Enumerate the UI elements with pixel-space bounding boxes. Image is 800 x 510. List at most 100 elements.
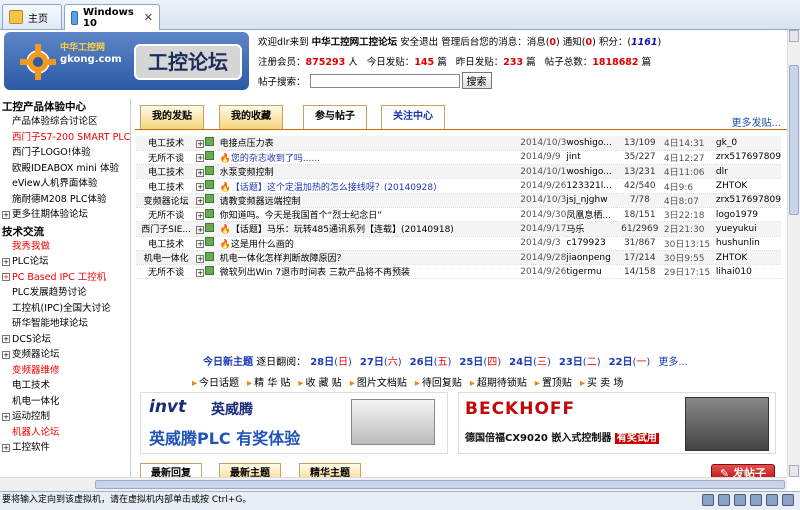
sound-icon[interactable] xyxy=(750,494,762,506)
display-icon[interactable] xyxy=(766,494,778,506)
post-author[interactable]: jiaonpeng xyxy=(566,250,616,266)
quick-filter-link[interactable]: 今日话题 xyxy=(192,378,239,389)
quick-filter-link[interactable]: 图片文档贴 xyxy=(350,378,407,389)
expand-icon[interactable]: + xyxy=(196,139,205,148)
sidebar-item[interactable]: 我秀我做 xyxy=(0,239,130,255)
expand-icon[interactable]: + xyxy=(196,225,205,234)
post-title-link[interactable]: 这是用什么画的 xyxy=(231,240,294,250)
sidebar-item[interactable]: 研华智能地球论坛 xyxy=(0,316,130,332)
sidebar-item[interactable]: 施耐德M208 PLC体验 xyxy=(0,192,130,208)
quick-filter-link[interactable]: 待回复贴 xyxy=(415,378,462,389)
day-link[interactable]: 26日(五) xyxy=(410,357,452,368)
post-category[interactable]: 变频器论坛 xyxy=(136,193,197,208)
post-last-user[interactable]: logo1979 xyxy=(715,207,781,223)
post-author[interactable]: jint xyxy=(566,150,616,166)
notice-link[interactable]: ) 通知( xyxy=(556,37,585,48)
day-link[interactable]: 28日(日) xyxy=(310,357,352,368)
post-category[interactable]: 无所不谈 xyxy=(136,264,197,280)
post-category[interactable]: 电工技术 xyxy=(136,164,197,180)
tab-participated[interactable]: 参与帖子 xyxy=(303,105,367,129)
post-author[interactable]: tigermu xyxy=(566,264,616,280)
sidebar-item[interactable]: + 运动控制 xyxy=(0,409,130,425)
quick-filter-link[interactable]: 超期待锁贴 xyxy=(470,378,527,389)
vertical-scrollbar[interactable] xyxy=(787,30,800,477)
vertical-scroll-thumb[interactable] xyxy=(789,65,799,215)
search-input[interactable] xyxy=(309,73,460,88)
expand-icon[interactable]: + xyxy=(196,211,205,220)
expand-icon[interactable]: + xyxy=(2,273,10,281)
table-row[interactable]: 电工技术 + 电接点压力表 2014/10/3 woshigo... 13/109 4日14… xyxy=(136,136,781,151)
post-category[interactable]: 无所不谈 xyxy=(136,150,197,166)
sidebar-item[interactable]: 西门子S7-200 SMART PLC体验 xyxy=(0,130,130,146)
sidebar-item[interactable]: 工控机(IPC)全国大讨论 xyxy=(0,301,130,317)
post-last-user[interactable]: ZHTOK xyxy=(715,250,781,266)
sidebar-item[interactable]: 产品体验综合讨论区 xyxy=(0,114,130,130)
post-last-user[interactable]: ZHTOK xyxy=(715,178,781,194)
logout-link[interactable]: 安全退出 xyxy=(400,37,438,48)
table-row[interactable]: 电工技术 + 🔥这是用什么画的 2014/9/3 c179923 31/867 30日13:… xyxy=(136,236,781,251)
sidebar-item[interactable]: 机器人论坛 xyxy=(0,425,130,441)
quick-filter-link[interactable]: 置顶贴 xyxy=(535,378,572,389)
table-row[interactable]: 西门子SIE... + 🔥【话题】马乐：玩转485通讯系列【连载】(20140918… xyxy=(136,221,781,237)
expand-icon[interactable]: + xyxy=(196,168,205,177)
tab-latest-replies[interactable]: 最新回复 xyxy=(140,463,202,477)
horizontal-scrollbar[interactable] xyxy=(0,477,787,491)
day-link[interactable]: 22日(一) xyxy=(609,357,651,368)
table-row[interactable]: 机电一体化 + 机电一体化怎样判断故障原因？ 2014/9/28 jiaonpeng 17… xyxy=(136,250,781,266)
sidebar-item[interactable]: 变频器维修 xyxy=(0,363,130,379)
post-last-user[interactable]: hushunlin xyxy=(715,236,781,251)
expand-icon[interactable]: + xyxy=(196,268,205,277)
scroll-down-arrow[interactable] xyxy=(789,465,799,477)
beckhoff-ad-banner[interactable]: BECKHOFF 德国倍福CX9020 嵌入式控制器 有奖试用 xyxy=(458,392,776,454)
post-title-link[interactable]: 水泵变频控制 xyxy=(220,168,274,178)
post-author[interactable]: woshigo... xyxy=(566,136,616,151)
tab-my-posts[interactable]: 我的发贴 xyxy=(140,105,204,129)
sidebar-item[interactable]: 电工技术 xyxy=(0,378,130,394)
sidebar-item[interactable]: eView人机界面体验 xyxy=(0,176,130,192)
vm-viewport[interactable]: 中华工控网 gkong.com 工控论坛 欢迎dlr来到 中华工控网工控论坛 安… xyxy=(0,30,800,491)
post-title-link[interactable]: 请教变频器远端控制 xyxy=(220,197,301,207)
post-title-link[interactable]: 【话题】马乐：玩转485通讯系列【连载】(20140918) xyxy=(231,225,454,235)
post-category[interactable]: 电工技术 xyxy=(136,136,197,151)
site-logo[interactable]: 中华工控网 gkong.com 工控论坛 xyxy=(4,32,249,90)
sidebar-item[interactable]: + 变频器论坛 xyxy=(0,347,130,363)
sidebar-item[interactable]: PLC发展趋势讨论 xyxy=(0,285,130,301)
sidebar-item[interactable]: 欧殿IDEABOX mini 体验 xyxy=(0,161,130,177)
quick-filter-link[interactable]: 精 华 贴 xyxy=(247,378,290,389)
day-link[interactable]: 25日(四) xyxy=(459,357,501,368)
tab-follow-center[interactable]: 关注中心 xyxy=(381,105,445,129)
expand-icon[interactable]: + xyxy=(2,257,10,266)
post-category[interactable]: 机电一体化 xyxy=(136,250,197,266)
expand-icon[interactable]: + xyxy=(196,197,205,206)
usb-icon[interactable] xyxy=(734,494,746,506)
post-author[interactable]: jsj_njghw xyxy=(566,193,616,208)
sidebar-item[interactable]: + PLC论坛 xyxy=(0,254,130,270)
tab-essence-topics[interactable]: 精华主题 xyxy=(299,463,361,477)
post-title-link[interactable]: 机电一体化怎样判断故障原因？ xyxy=(220,254,346,264)
site-name-link[interactable]: 中华工控网工控论坛 xyxy=(312,37,398,48)
post-last-user[interactable]: lihai010 xyxy=(715,264,781,280)
expand-icon[interactable]: + xyxy=(196,240,205,249)
post-category[interactable]: 西门子SIE... xyxy=(136,221,197,237)
more-days-link[interactable]: 更多... xyxy=(658,357,688,368)
post-author[interactable]: c179923 xyxy=(566,236,616,251)
new-post-button[interactable]: ✎ 发帖子 xyxy=(711,464,775,477)
post-author[interactable]: woshigo... xyxy=(566,164,616,180)
post-author[interactable]: 凤凰息栖... xyxy=(566,207,616,223)
expand-icon[interactable]: + xyxy=(196,254,205,263)
post-title-link[interactable]: 你知道吗。今天是我国首个“烈士纪念日” xyxy=(220,211,382,221)
day-link[interactable]: 23日(二) xyxy=(559,357,601,368)
quick-filter-link[interactable]: 买 卖 场 xyxy=(580,378,623,389)
post-category[interactable]: 电工技术 xyxy=(136,178,197,194)
post-author[interactable]: 123321l... xyxy=(566,178,616,194)
expand-icon[interactable]: + xyxy=(196,183,205,192)
table-row[interactable]: 电工技术 + 水泵变频控制 2014/10/1 woshigo... 13/231 4日11… xyxy=(136,164,781,180)
post-last-user[interactable]: zrx517697809 xyxy=(715,193,781,208)
tab-my-favorites[interactable]: 我的收藏 xyxy=(219,105,283,129)
sidebar-item[interactable]: + 工控软件 xyxy=(0,440,130,456)
post-title-link[interactable]: 您的杂志收到了吗...... xyxy=(231,154,320,164)
scroll-up-arrow[interactable] xyxy=(789,30,799,42)
expand-icon[interactable]: + xyxy=(2,210,10,219)
expand-icon[interactable]: + xyxy=(2,350,10,359)
table-row[interactable]: 变频器论坛 + 请教变频器远端控制 2014/10/3 jsj_njghw 7/78 4日8… xyxy=(136,193,781,208)
